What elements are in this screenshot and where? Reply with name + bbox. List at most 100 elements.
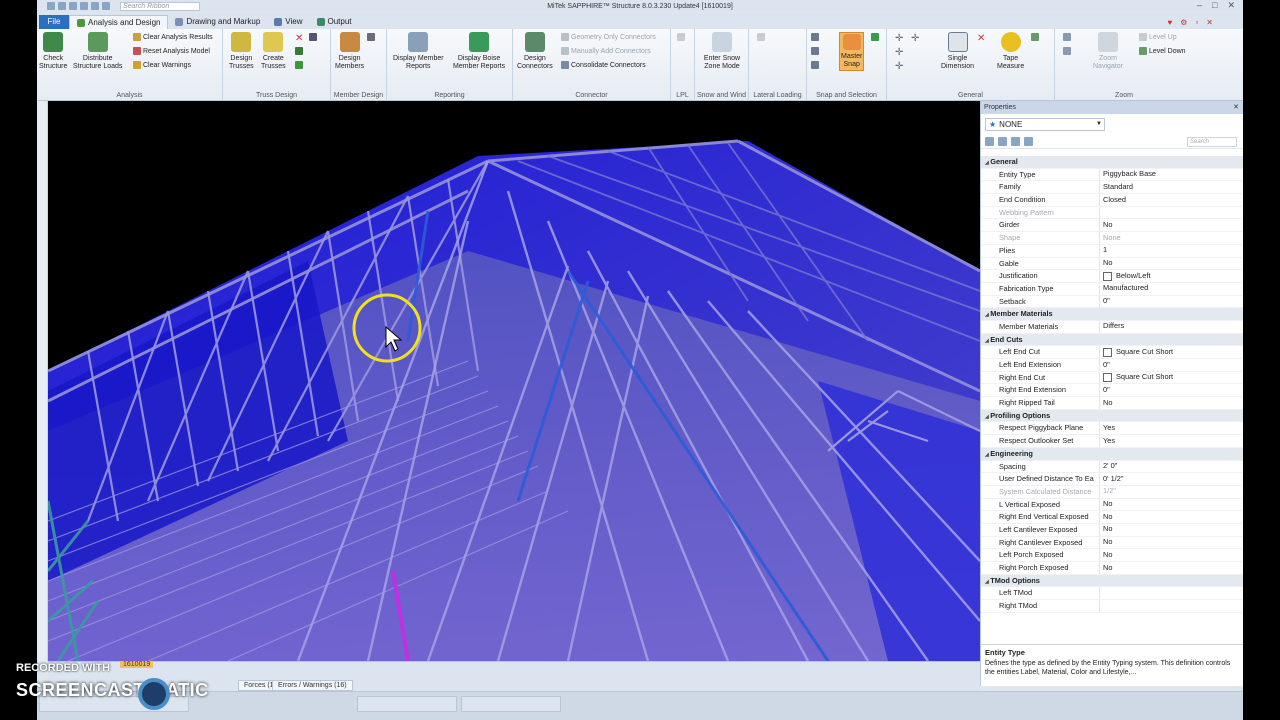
property-value[interactable]: No [1099,562,1243,574]
create-trusses-button[interactable]: Create Trusses [261,32,286,71]
property-value[interactable]: No [1099,511,1243,523]
property-value[interactable]: No [1099,498,1243,511]
distribute-loads-button[interactable]: Distribute Structure Loads [73,32,122,71]
property-row[interactable]: Right Cantilever Exposed No [981,536,1243,550]
tab-output[interactable]: Output [310,15,359,29]
master-snap-button[interactable]: Master Snap [839,32,865,71]
property-value[interactable]: Standard [1099,181,1243,194]
property-category[interactable]: Engineering [981,447,1243,461]
property-row[interactable]: Respect Piggyback Plane Yes [981,422,1243,436]
property-row[interactable]: Right Ripped Tail No [981,397,1243,410]
single-dimension-button[interactable]: Single Dimension [941,32,974,71]
maximize-icon[interactable]: □ [1212,0,1217,11]
panel-close-icon[interactable]: ✕ [1233,101,1239,114]
selection-tool-icon[interactable] [871,33,879,41]
design-trusses-button[interactable]: Design Trusses [229,32,254,71]
property-row[interactable]: User Defined Distance To Ea 0' 1/2" [981,473,1243,486]
property-row[interactable]: Family Standard [981,181,1243,195]
tab-analysis-and-design[interactable]: Analysis and Design [69,15,169,29]
left-toolstrip[interactable] [37,101,48,661]
property-value[interactable]: No [1099,219,1243,232]
sort-icon[interactable] [1011,137,1020,146]
property-value[interactable]: 0" [1099,384,1243,397]
consolidate-connectors-button[interactable]: Consolidate Connectors [561,61,646,69]
level-down-button[interactable]: Level Down [1139,47,1186,55]
zoom-navigator-button[interactable]: Zoom Navigator [1093,32,1123,71]
lpl-icon[interactable] [677,33,685,41]
property-value[interactable]: 0' 1/2" [1099,473,1243,485]
property-row[interactable]: Shape None [981,232,1243,245]
property-row[interactable]: Left Cantilever Exposed No [981,523,1243,537]
display-member-reports-button[interactable]: Display Member Reports [393,32,444,71]
align-icon[interactable]: ✛ [911,33,919,44]
open-icon[interactable] [69,2,77,10]
property-row[interactable]: Right End Vertical Exposed No [981,511,1243,524]
property-value[interactable]: No [1099,549,1243,561]
level-up-button[interactable]: Level Up [1139,33,1177,41]
enter-snow-zone-button[interactable]: Enter Snow Zone Mode [697,32,747,71]
property-row[interactable]: Respect Outlooker Set Yes [981,435,1243,448]
snap-tool-1-icon[interactable] [811,33,819,41]
property-value[interactable]: No [1099,257,1243,270]
property-row[interactable]: Right Porch Exposed No [981,562,1243,575]
general-tool-icon[interactable] [1031,33,1039,41]
property-category[interactable]: Profiling Options [981,409,1243,423]
design-connectors-button[interactable]: Design Connectors [517,32,553,71]
property-row[interactable]: End Condition Closed [981,194,1243,207]
property-row[interactable]: Left End Cut Square Cut Short [981,346,1243,359]
property-value[interactable] [1099,600,1243,612]
property-value[interactable]: 1/2" [1099,485,1243,498]
tab-file[interactable]: File [39,15,69,29]
property-row[interactable]: Justification Below/Left [981,270,1243,283]
zoom-in-icon[interactable] [1063,33,1071,41]
property-value[interactable]: Below/Left [1099,270,1243,282]
property-row[interactable]: Left Porch Exposed No [981,549,1243,562]
minimize-icon[interactable]: – [1197,0,1202,11]
rotate-icon[interactable]: ✛ [895,61,903,72]
clear-warnings-button[interactable]: Clear Warnings [133,61,191,69]
snap-tool-3-icon[interactable] [811,61,819,69]
property-row[interactable]: Gable No [981,257,1243,271]
tab-drawing-and-markup[interactable]: Drawing and Markup [168,15,267,29]
entity-selector[interactable]: ★ NONE ▼ [985,118,1105,131]
categorized-icon[interactable] [985,137,994,146]
property-row[interactable]: Girder No [981,219,1243,233]
property-row[interactable]: Right End Extension 0" [981,384,1243,398]
property-row[interactable]: Right TMod [981,600,1243,613]
property-value[interactable]: Manufactured [1099,282,1243,295]
property-row[interactable]: Left TMod [981,587,1243,601]
3d-viewport[interactable] [48,101,980,661]
property-row[interactable]: Fabrication Type Manufactured [981,282,1243,296]
manually-add-connectors-button[interactable]: Manually Add Connectors [561,47,651,55]
save-icon[interactable] [91,2,99,10]
truss-tool-icon[interactable] [309,33,317,41]
tab-view[interactable]: View [267,15,309,29]
property-value[interactable]: Differs [1099,320,1243,333]
property-category[interactable]: TMod Options [981,574,1243,588]
property-row[interactable]: Member Materials Differs [981,320,1243,334]
property-row[interactable]: Webbing Pattern [981,206,1243,220]
property-row[interactable]: Setback 0" [981,295,1243,309]
truss-tree-icon[interactable] [295,61,303,69]
clear-analysis-results-button[interactable]: Clear Analysis Results [133,33,213,41]
lateral-icon[interactable] [757,33,765,41]
property-value[interactable]: None [1099,232,1243,244]
property-row[interactable]: Left End Extension 0" [981,359,1243,372]
truss-edit-icon[interactable] [295,47,303,55]
reset-analysis-model-button[interactable]: Reset Analysis Model [133,47,210,55]
member-tool-icon[interactable] [367,33,375,41]
properties-search-input[interactable]: Search [1187,136,1237,147]
settings-icon[interactable] [80,2,88,10]
property-value[interactable]: No [1099,523,1243,536]
property-value[interactable]: 0" [1099,295,1243,308]
close-icon[interactable]: ✕ [1227,0,1235,11]
property-row[interactable]: Right End Cut Square Cut Short [981,371,1243,385]
property-category[interactable]: End Cuts [981,333,1243,347]
property-category[interactable]: General [981,156,1243,169]
ribbon-close-icon[interactable]: ✕ [1206,18,1213,27]
property-value[interactable] [1099,206,1243,219]
property-row[interactable]: System Calculated Distance 1/2" [981,485,1243,499]
app-menu-icon[interactable] [47,2,55,10]
check-structure-button[interactable]: Check Structure [39,32,67,71]
property-value[interactable]: No [1099,397,1243,409]
